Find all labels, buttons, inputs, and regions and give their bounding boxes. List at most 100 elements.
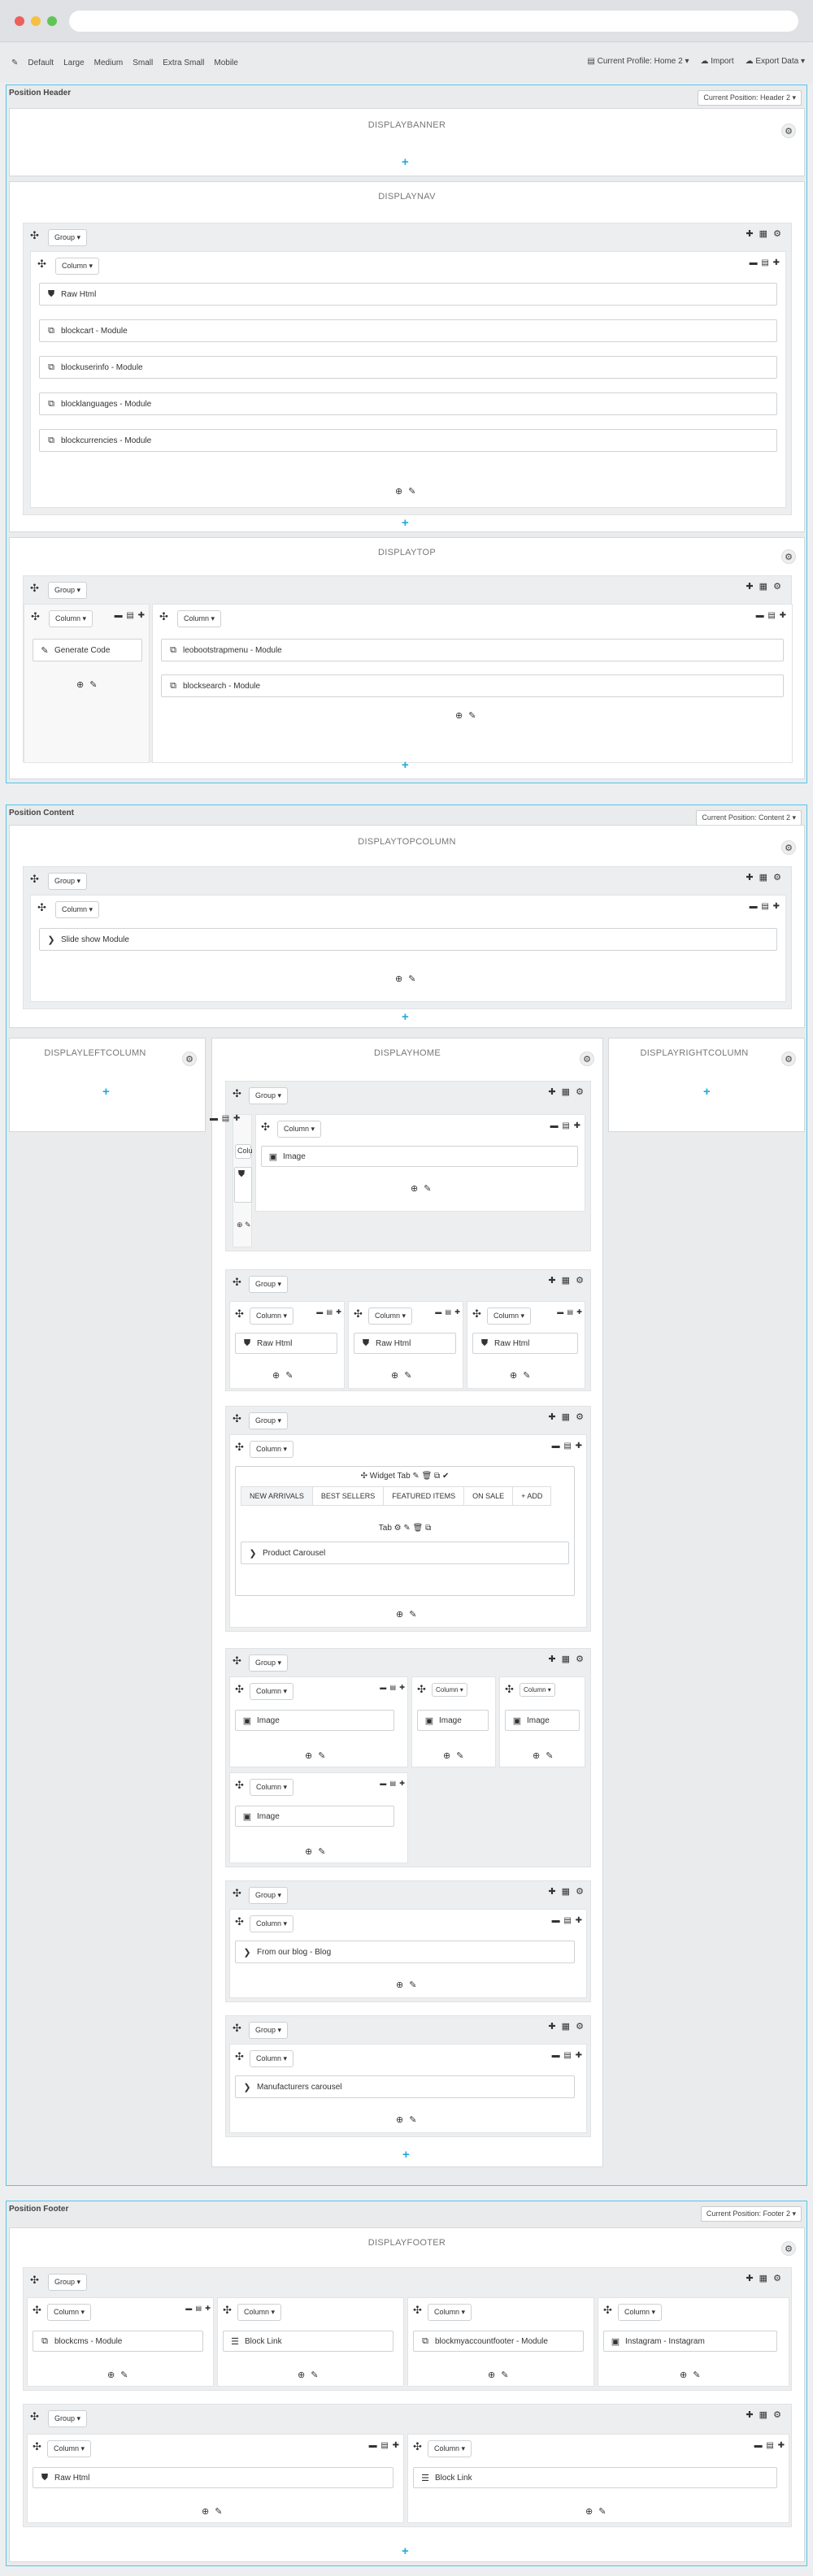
tab-new-arrivals[interactable]: NEW ARRIVALS: [241, 1486, 313, 1506]
column-size-controls[interactable]: ▬ ▤ ✚: [552, 2051, 583, 2060]
copy-icon[interactable]: ⧉: [423, 1524, 431, 1533]
tab-best-sellers[interactable]: BEST SELLERS: [312, 1486, 385, 1506]
column-tools[interactable]: ⊕ ✎: [298, 2370, 320, 2380]
group-tools[interactable]: ✚ ▦ ⚙: [548, 1275, 585, 1286]
group-dropdown-button[interactable]: Group ▾: [48, 873, 88, 890]
column-dropdown-button[interactable]: Column ▾: [428, 2440, 472, 2457]
gear-icon[interactable]: ⚙: [781, 124, 796, 138]
group-dropdown-button[interactable]: Group ▾: [249, 2022, 289, 2039]
minimize-window-dot[interactable]: [31, 16, 41, 26]
module-item[interactable]: ▣ Image: [235, 1806, 394, 1827]
column-dropdown-button[interactable]: Column ▾: [277, 1121, 322, 1138]
size-default[interactable]: Default: [28, 59, 54, 67]
export-button[interactable]: ☁ Export Data ▾: [746, 57, 805, 66]
column-size-controls[interactable]: ▬ ▤ ✚: [210, 1114, 241, 1123]
column-tools[interactable]: ⊕ ✎: [455, 710, 478, 721]
add-plus-icon[interactable]: +: [102, 1086, 110, 1098]
column-tools[interactable]: ⊕ ✎: [488, 2370, 511, 2380]
move-icon[interactable]: ✣: [361, 1472, 370, 1481]
move-icon[interactable]: ✣: [233, 1277, 241, 1287]
column-tools[interactable]: ⊕ ✎: [202, 2506, 224, 2517]
module-item[interactable]: ⧉ blockcms - Module: [33, 2331, 203, 2352]
move-icon[interactable]: ✣: [233, 1888, 241, 1898]
column-tools[interactable]: ⊕ ✎: [510, 1370, 533, 1381]
module-item[interactable]: ✎ Generate Code: [33, 639, 142, 661]
pencil-icon[interactable]: ✎: [11, 59, 18, 67]
group-dropdown-button[interactable]: Group ▾: [249, 1276, 289, 1293]
column-size-controls[interactable]: ▬ ▤ ✚: [435, 1308, 461, 1316]
column-size-controls[interactable]: ▬ ▤ ✚: [316, 1308, 342, 1316]
column-tools[interactable]: ⊕ ✎: [391, 1370, 414, 1381]
module-item[interactable]: ❯ Slide show Module: [39, 928, 777, 951]
module-item[interactable]: ⧉ blocklanguages - Module: [39, 392, 777, 415]
column-dropdown-button[interactable]: Column ▾: [250, 1779, 294, 1796]
column-dropdown-button[interactable]: Column ▾: [520, 1683, 555, 1697]
current-position-header-dropdown[interactable]: Current Position: Header 2 ▾: [698, 90, 802, 106]
module-item[interactable]: ⛊ Raw Html: [235, 1333, 337, 1354]
column-tools[interactable]: ⊕ ✎: [396, 1980, 419, 1990]
size-mobile[interactable]: Mobile: [214, 59, 237, 67]
module-item[interactable]: ⛊: [234, 1167, 252, 1203]
module-item[interactable]: ☰ Block Link: [223, 2331, 393, 2352]
column-tools[interactable]: ⊕ ✎: [680, 2370, 702, 2380]
module-item[interactable]: ▣ Image: [417, 1710, 489, 1731]
group-tools[interactable]: ✚ ▦ ⚙: [548, 1086, 585, 1097]
column-size-controls[interactable]: ▬ ▤ ✚: [750, 258, 780, 267]
column-tools[interactable]: ⊕ ✎: [76, 679, 99, 690]
group-tools[interactable]: ✚ ▦ ⚙: [548, 1412, 585, 1422]
current-position-footer-dropdown[interactable]: Current Position: Footer 2 ▾: [700, 2206, 802, 2222]
move-icon[interactable]: ✣: [505, 1684, 514, 1694]
column-size-controls[interactable]: ▬ ▤ ✚: [550, 1121, 581, 1130]
group-dropdown-button[interactable]: Group ▾: [249, 1412, 289, 1429]
group-tools[interactable]: ✚ ▦ ⚙: [746, 228, 783, 239]
group-tools[interactable]: ✚ ▦ ⚙: [548, 2021, 585, 2032]
module-item[interactable]: ▣ Image: [505, 1710, 580, 1731]
group-dropdown-button[interactable]: Group ▾: [249, 1887, 289, 1904]
column-tools[interactable]: ⊕ ✎: [305, 1750, 328, 1761]
add-plus-icon[interactable]: +: [402, 156, 409, 168]
column-tools[interactable]: ⊕ ✎: [395, 486, 418, 497]
move-icon[interactable]: ✣: [37, 902, 46, 913]
column-tools[interactable]: ⊕ ✎: [396, 1609, 419, 1620]
edit-icon[interactable]: ✎: [402, 1524, 410, 1533]
edit-icon[interactable]: ✎: [412, 1472, 419, 1481]
move-icon[interactable]: ✣: [235, 1780, 244, 1790]
group-tools[interactable]: ✚ ▦ ⚙: [746, 2273, 783, 2283]
column-dropdown-button[interactable]: Column ▾: [47, 2440, 92, 2457]
move-icon[interactable]: ✣: [31, 611, 40, 622]
column-dropdown-button[interactable]: Column ▾: [237, 2304, 282, 2321]
add-plus-icon[interactable]: +: [402, 759, 409, 771]
module-item[interactable]: ⧉ blockmyaccountfooter - Module: [413, 2331, 584, 2352]
gear-icon[interactable]: ⚙: [182, 1052, 197, 1066]
module-item[interactable]: ⧉ blocksearch - Module: [161, 674, 784, 697]
group-tools[interactable]: ✚ ▦ ⚙: [746, 581, 783, 592]
column-size-controls[interactable]: ▬ ▤ ✚: [380, 1780, 406, 1787]
column-tools[interactable]: ⊕ ✎: [396, 2114, 419, 2125]
add-plus-icon[interactable]: +: [402, 517, 409, 529]
column-dropdown-button[interactable]: Column ▾: [250, 2050, 294, 2067]
group-dropdown-button[interactable]: Group ▾: [48, 2410, 88, 2427]
group-tools[interactable]: ✚ ▦ ⚙: [746, 2409, 783, 2420]
module-item[interactable]: ⧉ blockcurrencies - Module: [39, 429, 777, 452]
module-item[interactable]: ⛊ Raw Html: [354, 1333, 456, 1354]
group-tools[interactable]: ✚ ▦ ⚙: [548, 1886, 585, 1897]
column-tools[interactable]: ⊕ ✎: [585, 2506, 608, 2517]
module-item[interactable]: ⛊ Raw Html: [472, 1333, 578, 1354]
gear-icon[interactable]: ⚙: [781, 549, 796, 564]
move-icon[interactable]: ✣: [235, 1442, 244, 1452]
module-item[interactable]: ❯ From our blog - Blog: [235, 1941, 575, 1963]
import-button[interactable]: ☁ Import: [700, 57, 733, 66]
column-dropdown-button[interactable]: Column ▾: [250, 1683, 294, 1700]
column-dropdown-button[interactable]: Column ▾: [250, 1308, 294, 1325]
move-icon[interactable]: ✣: [30, 230, 39, 241]
move-icon[interactable]: ✣: [233, 1088, 241, 1099]
module-item[interactable]: ▣ Image: [261, 1146, 578, 1167]
move-icon[interactable]: ✣: [233, 2023, 241, 2033]
add-plus-icon[interactable]: +: [402, 2545, 409, 2557]
module-item[interactable]: ❯ Product Carousel: [241, 1542, 569, 1564]
group-tools[interactable]: ✚ ▦ ⚙: [746, 872, 783, 883]
delete-icon[interactable]: 🗑: [411, 1524, 424, 1533]
size-small[interactable]: Small: [133, 59, 153, 67]
move-icon[interactable]: ✣: [235, 1308, 244, 1319]
gear-icon[interactable]: ⚙: [781, 1052, 796, 1066]
